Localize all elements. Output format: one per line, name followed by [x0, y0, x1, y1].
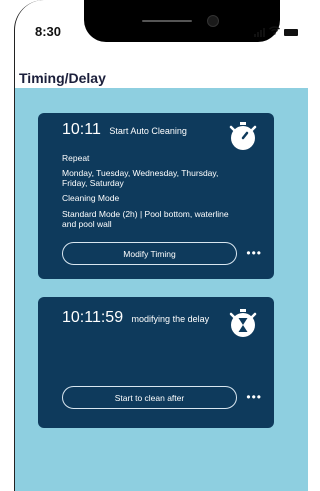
page-title: Timing/Delay [19, 70, 106, 86]
more-options-button[interactable]: ••• [246, 246, 262, 260]
repeat-value: Monday, Tuesday, Wednesday, Thursday, Fr… [62, 168, 219, 188]
status-icons [254, 26, 298, 37]
timing-time: 10:11 Start Auto Cleaning [62, 121, 187, 139]
hourglass-stopwatch-icon [226, 306, 260, 345]
cleaning-mode-value: Standard Mode (2h) | Pool bottom, waterl… [62, 209, 229, 229]
timing-card[interactable]: 10:11 Start Auto Cleaning Repeat Monday,… [38, 113, 274, 279]
phone-notch [84, 0, 280, 42]
signal-icon [254, 28, 265, 37]
status-time: 8:30 [35, 24, 62, 39]
delay-subtitle: modifying the delay [131, 314, 210, 324]
cleaning-mode-label: Cleaning Mode [62, 193, 120, 203]
timing-time-value: 10:11 [62, 121, 101, 138]
battery-icon [284, 29, 298, 36]
start-to-clean-after-button[interactable]: Start to clean after [62, 386, 237, 409]
delay-time-value: 10:11:59 [62, 309, 124, 326]
timing-subtitle: Start Auto Cleaning [109, 126, 187, 136]
stopwatch-icon [226, 119, 260, 158]
wifi-icon [269, 26, 280, 37]
camera [207, 15, 219, 27]
more-options-button[interactable]: ••• [246, 390, 262, 404]
speaker-grille [142, 20, 192, 22]
modify-timing-button[interactable]: Modify Timing [62, 242, 237, 265]
delay-card[interactable]: 10:11:59 modifying the delay Start to cl… [38, 297, 274, 428]
repeat-label: Repeat [62, 153, 90, 163]
delay-time: 10:11:59 modifying the delay [62, 309, 209, 327]
